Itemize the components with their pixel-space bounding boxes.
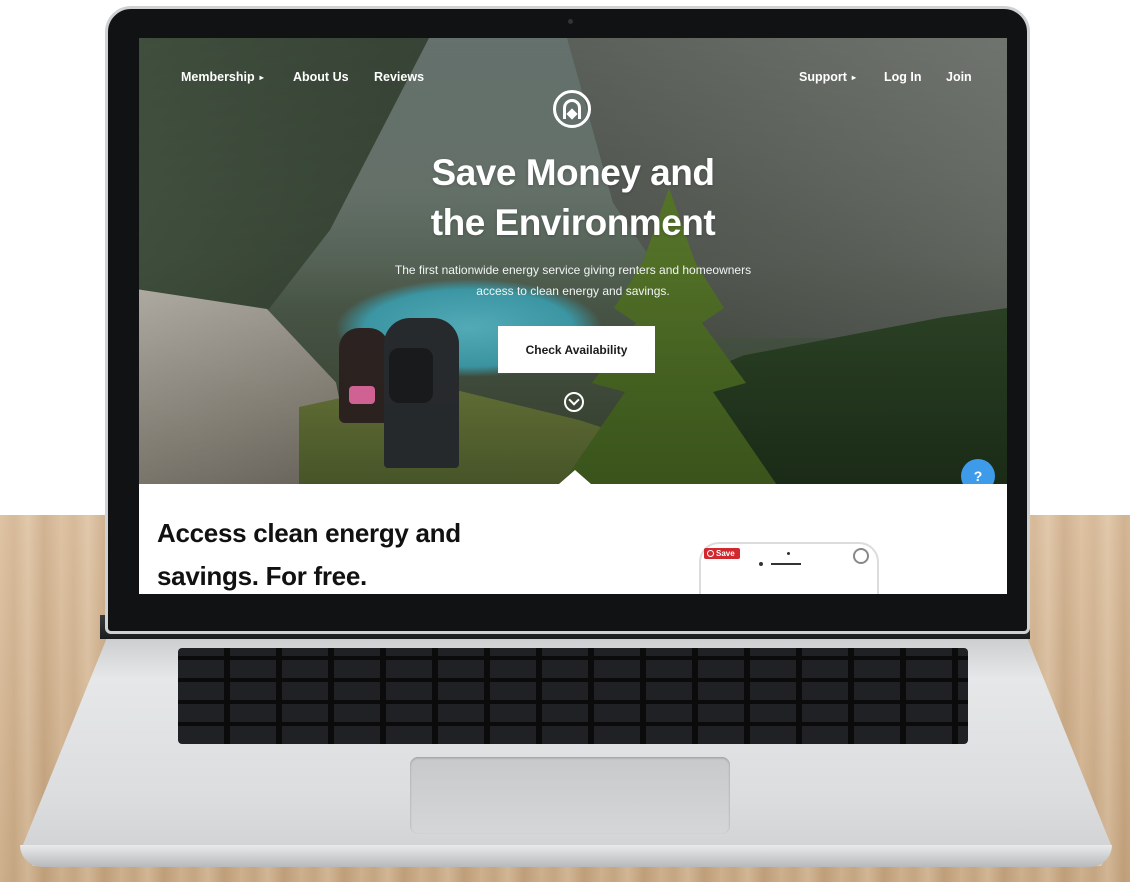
hero-subtitle-line2: access to clean energy and savings. (476, 284, 670, 298)
nav-log-in[interactable]: Log In (884, 70, 922, 84)
section-title-line1: Access clean energy and (157, 518, 461, 548)
section-title: Access clean energy and savings. For fre… (157, 512, 577, 594)
hero-subtitle: The first nationwide energy service givi… (349, 260, 797, 302)
pinterest-save-button[interactable]: Save (704, 548, 740, 559)
phone-speaker (771, 563, 801, 565)
laptop-lid: Membership ▸ About Us Reviews Support ▸ Lo… (105, 6, 1030, 634)
laptop-screen: Membership ▸ About Us Reviews Support ▸ Lo… (139, 38, 1007, 594)
hero-subtitle-line1: The first nationwide energy service givi… (394, 263, 752, 277)
logo-icon[interactable] (553, 90, 591, 128)
hero-headline: Save Money and the Environment (139, 148, 1007, 248)
pinterest-icon (707, 550, 714, 557)
laptop-base-edge (20, 845, 1112, 867)
phone-front-camera-icon (853, 548, 869, 564)
hero-section: Membership ▸ About Us Reviews Support ▸ Lo… (139, 38, 1007, 484)
check-availability-button[interactable]: Check Availability (498, 326, 655, 373)
section-title-line2: savings. For free. (157, 561, 367, 591)
section-pointer (559, 470, 591, 484)
phone-camera-dot (759, 562, 763, 566)
webcam-icon (568, 19, 573, 24)
features-section: Access clean energy and savings. For fre… (139, 484, 1007, 594)
chevron-right-icon: ▸ (259, 73, 264, 82)
save-label: Save (716, 549, 735, 558)
hero-headline-line1: Save Money and (431, 152, 715, 193)
hero-headline-line2: the Environment (430, 202, 716, 243)
nav-membership-label: Membership (181, 70, 255, 84)
scroll-down-icon[interactable] (564, 392, 584, 412)
nav-reviews[interactable]: Reviews (374, 70, 424, 84)
chevron-right-icon: ▸ (851, 73, 856, 82)
nav-support-label: Support (799, 70, 847, 84)
nav-about-us[interactable]: About Us (293, 70, 349, 84)
phone-sensor (787, 552, 790, 555)
nav-membership[interactable]: Membership ▸ (181, 70, 264, 84)
nav-join[interactable]: Join (946, 70, 972, 84)
laptop-trackpad (410, 757, 730, 834)
top-nav: Membership ▸ About Us Reviews Support ▸ Lo… (139, 70, 1007, 128)
nav-support[interactable]: Support ▸ (799, 70, 856, 84)
laptop-keyboard (178, 648, 968, 744)
